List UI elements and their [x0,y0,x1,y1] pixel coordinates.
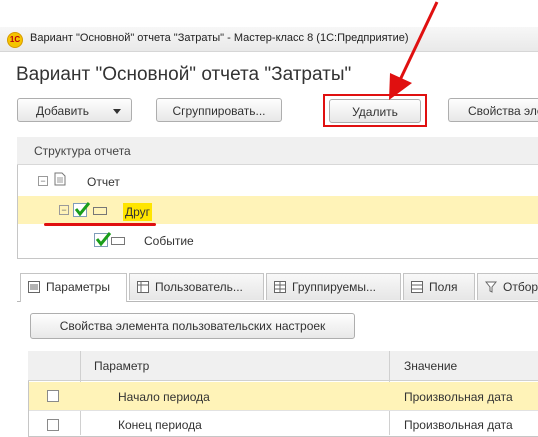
parameter-value[interactable]: Произвольная дата [404,390,513,404]
tab-label: Параметры [46,280,110,294]
parameter-name: Начало периода [118,390,210,404]
parameter-name: Конец периода [118,418,202,432]
structure-header-label: Структура отчета [34,144,131,158]
tab-fields[interactable]: Поля [403,273,475,300]
tree-node-report[interactable]: Отчет [87,175,120,189]
tab-label: Пользователь... [155,280,243,294]
tab-parameters[interactable]: Параметры [20,273,127,302]
grouping-icon [274,281,286,293]
fields-icon [411,281,423,293]
tab-grouping[interactable]: Группируемы... [266,273,401,300]
row-divider [29,410,538,411]
add-button-label: Добавить [36,104,90,118]
column-header-value[interactable]: Значение [404,359,457,373]
collapse-toggle-icon[interactable]: − [59,205,69,215]
row-checkbox[interactable] [47,390,59,402]
collapse-toggle-icon[interactable]: − [38,176,48,186]
app-logo-icon: 1С [7,32,23,48]
tab-filter[interactable]: Отбор [477,273,538,300]
chevron-down-icon [113,109,121,114]
grouping-field-icon [111,237,125,245]
table-header: Параметр Значение [28,351,538,381]
checkmark-icon [74,202,91,217]
grouping-field-icon [93,207,107,215]
user-fields-icon [137,281,149,293]
element-properties-button[interactable]: Свойства элемента пользовательских настр… [30,313,355,339]
window-title: Вариант "Основной" отчета "Затраты" - Ма… [30,32,409,44]
tab-label: Группируемы... [292,280,377,294]
properties-button[interactable]: Свойства эле [448,98,538,122]
row-checkbox[interactable] [47,419,59,431]
checkmark-icon [95,232,112,247]
tab-user-fields[interactable]: Пользователь... [129,273,264,300]
parameter-value[interactable]: Произвольная дата [404,418,513,432]
tab-label: Поля [429,280,458,294]
properties-button-label: Свойства эле [468,104,538,118]
node-checkbox[interactable] [94,232,112,247]
filter-icon [485,281,497,293]
parameters-icon [28,281,40,293]
title-bar: 1С Вариант "Основной" отчета "Затраты" -… [0,27,538,52]
group-button-label: Сгруппировать... [172,104,266,118]
element-properties-label: Свойства элемента пользовательских настр… [59,319,326,333]
add-button[interactable]: Добавить [17,98,132,122]
structure-header: Структура отчета [17,137,538,165]
delete-highlight-box [323,94,427,127]
report-document-icon [54,172,66,186]
red-underline-annotation [44,223,156,226]
page-title: Вариант "Основной" отчета "Затраты" [16,64,352,85]
group-button[interactable]: Сгруппировать... [156,98,282,122]
tree-node-friend[interactable]: Друг [123,203,153,221]
tree-node-event[interactable]: Событие [144,234,194,248]
tab-label: Отбор [503,280,538,294]
node-checkbox[interactable] [73,202,91,217]
column-header-parameter[interactable]: Параметр [94,359,149,373]
